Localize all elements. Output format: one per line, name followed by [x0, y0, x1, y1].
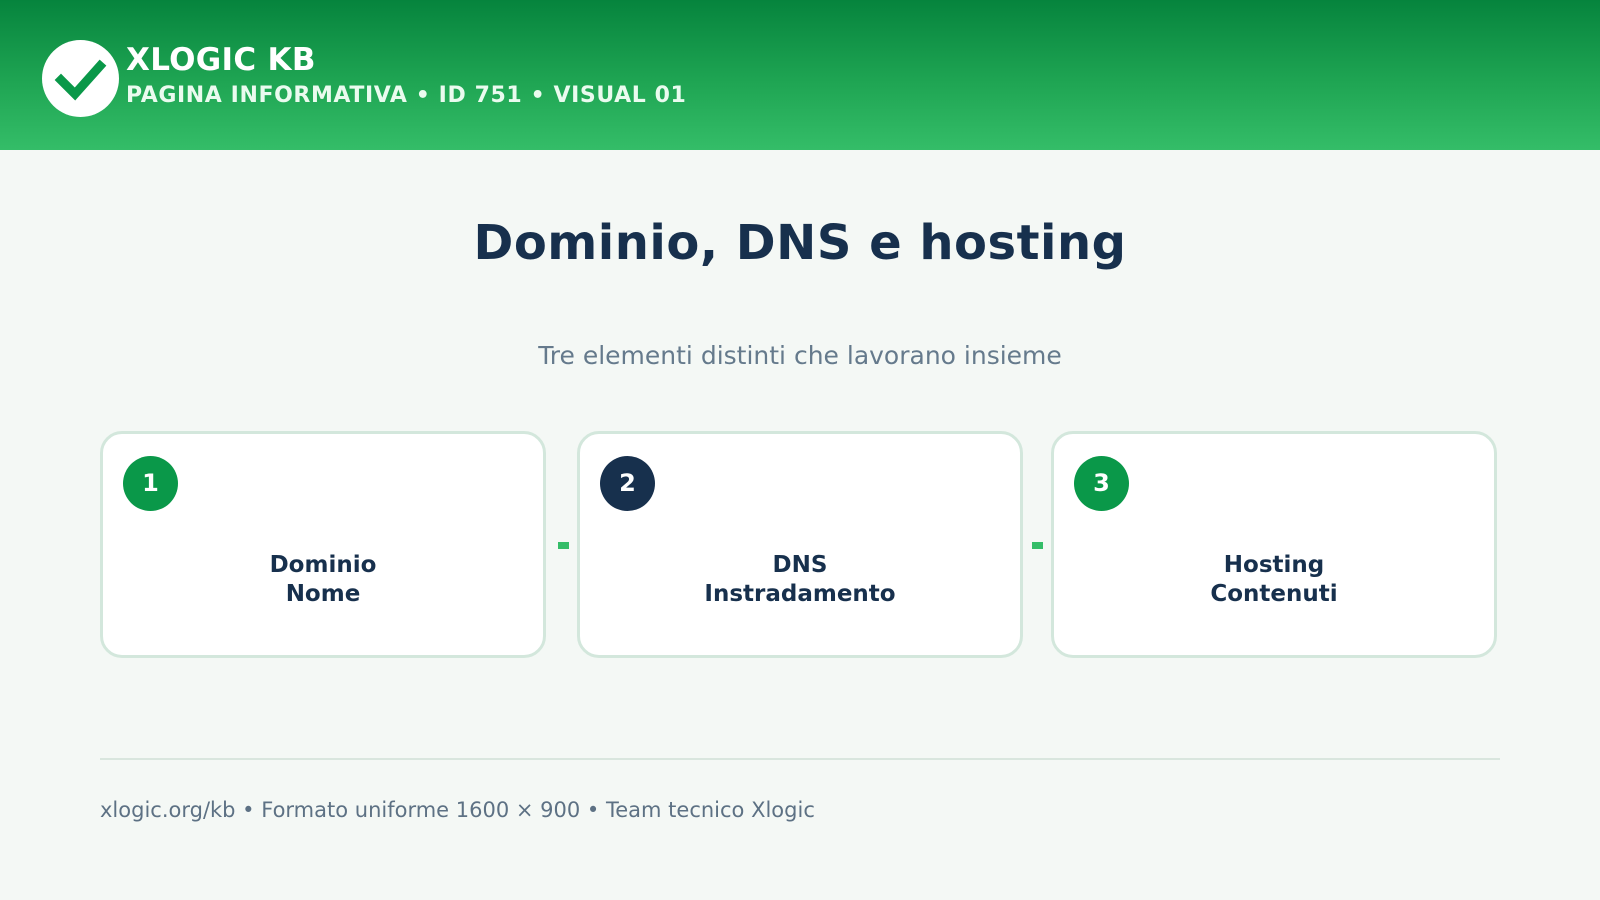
page-meta: PAGINA INFORMATIVA • ID 751 • VISUAL 01	[126, 83, 687, 108]
card-title: Dominio	[269, 552, 377, 578]
card-label: Hosting Contenuti	[1054, 551, 1494, 609]
card-title: DNS	[772, 552, 828, 578]
page-subtitle: Tre elementi distinti che lavorano insie…	[538, 341, 1062, 370]
card-dominio: 1 Dominio Nome	[100, 431, 546, 658]
card-dns: 2 DNS Instradamento	[577, 431, 1023, 658]
card-hosting: 3 Hosting Contenuti	[1051, 431, 1497, 658]
step-badge-3: 3	[1074, 456, 1129, 511]
card-title: Hosting	[1223, 552, 1325, 578]
step-badge-1: 1	[123, 456, 178, 511]
connector-2-3	[1032, 542, 1043, 549]
footer-text: xlogic.org/kb • Formato uniforme 1600 × …	[100, 798, 815, 822]
card-caption: Contenuti	[1210, 581, 1338, 607]
logo-badge	[42, 40, 119, 117]
connector-1-2	[558, 542, 569, 549]
card-caption: Instradamento	[704, 581, 896, 607]
card-label: DNS Instradamento	[580, 551, 1020, 609]
header-banner: XLOGIC KB PAGINA INFORMATIVA • ID 751 • …	[0, 0, 1600, 150]
footer-divider	[100, 758, 1500, 760]
step-badge-2: 2	[600, 456, 655, 511]
page-title: Dominio, DNS e hosting	[473, 215, 1127, 271]
brand-name: XLOGIC KB	[126, 42, 316, 78]
card-label: Dominio Nome	[103, 551, 543, 609]
card-caption: Nome	[285, 581, 361, 607]
checkmark-icon	[54, 59, 107, 101]
